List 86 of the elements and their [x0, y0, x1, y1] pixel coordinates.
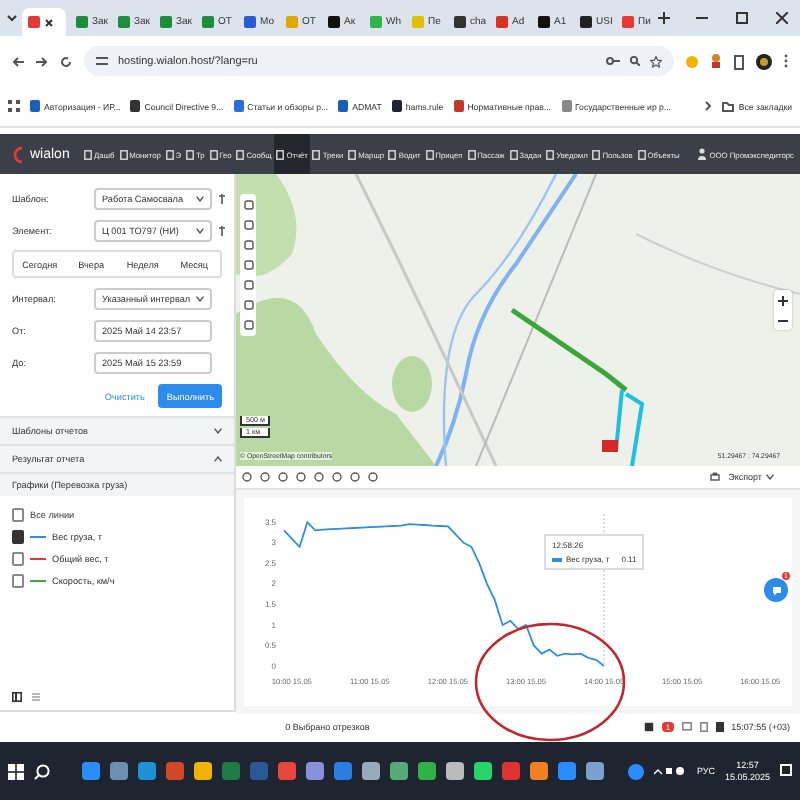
chevron-down-icon — [196, 295, 204, 301]
checkbox[interactable] — [12, 574, 24, 588]
bookmark-favicon-icon — [391, 100, 402, 112]
favicon-icon — [412, 16, 424, 28]
favicon-icon — [328, 16, 340, 28]
chevron-down-icon — [196, 227, 204, 233]
favicon-icon — [622, 16, 634, 28]
wrench-icon[interactable] — [218, 225, 226, 235]
chevron-up-icon — [214, 456, 222, 462]
favicon-icon — [454, 16, 466, 28]
bookmark-favicon-icon — [338, 100, 349, 112]
extension-icon[interactable] — [710, 54, 722, 68]
menu-item-icon — [467, 149, 476, 159]
favicon-icon — [538, 16, 550, 28]
tray-icons-drawing[interactable] — [654, 766, 687, 776]
zoom-out-icon[interactable] — [778, 315, 788, 325]
menu-item-icon — [84, 149, 93, 159]
menu-item-icon — [546, 149, 555, 159]
favicon-icon — [496, 16, 508, 28]
favicon-icon — [202, 16, 214, 28]
favicon-icon — [76, 16, 88, 28]
chevron-down-icon — [214, 428, 222, 434]
folder-icon — [722, 101, 735, 111]
chevron-down-icon — [196, 195, 204, 201]
bookmark-favicon-icon — [561, 100, 572, 112]
menu-item-icon — [185, 149, 194, 159]
menu-item-icon — [348, 149, 357, 159]
reload-icon[interactable] — [60, 55, 72, 67]
line-swatch-icon — [552, 557, 562, 561]
checkbox[interactable] — [12, 508, 24, 522]
help-button[interactable] — [764, 578, 788, 602]
plus-icon[interactable] — [658, 12, 670, 24]
favicon-icon — [160, 16, 172, 28]
avatar-icon[interactable] — [756, 53, 772, 69]
menu-item-icon — [119, 149, 128, 159]
battery-icon[interactable] — [734, 53, 744, 69]
chat-icon — [771, 585, 781, 595]
menu-item-icon — [509, 149, 518, 159]
key-icon[interactable] — [606, 56, 620, 66]
forward-icon[interactable] — [36, 55, 48, 67]
menu-item-icon — [592, 149, 601, 159]
favicon-icon — [370, 16, 382, 28]
printer-icon[interactable] — [710, 472, 721, 482]
menu-item-icon — [312, 149, 321, 159]
bookmark-favicon-icon — [130, 100, 141, 112]
bookmark-favicon-icon — [453, 100, 464, 112]
apps-grid-icon[interactable] — [8, 100, 20, 112]
close-icon[interactable] — [44, 17, 54, 27]
close-icon[interactable] — [776, 12, 788, 24]
favicon-icon — [244, 16, 256, 28]
panel-icon[interactable] — [12, 692, 22, 702]
menu-item-icon — [165, 149, 174, 159]
user-icon — [697, 148, 706, 160]
maximize-icon[interactable] — [736, 12, 748, 24]
favicon-icon — [118, 16, 130, 28]
help-icon[interactable] — [628, 763, 645, 779]
logo-icon — [12, 145, 26, 163]
back-icon[interactable] — [12, 55, 24, 67]
chevron-down-icon[interactable] — [6, 12, 18, 24]
menu-item-icon — [388, 149, 397, 159]
bookmark-favicon-icon — [233, 100, 244, 112]
chevron-right-icon[interactable] — [704, 100, 713, 112]
menu-item-icon — [209, 149, 218, 159]
menu-item-icon — [637, 149, 646, 159]
search-icon[interactable] — [34, 763, 50, 779]
favicon-icon — [286, 16, 298, 28]
menu-item-icon — [276, 149, 285, 159]
browser-tab[interactable] — [22, 8, 66, 36]
menu-item-icon — [236, 149, 245, 159]
windows-icon[interactable] — [8, 763, 24, 779]
notifications-icon[interactable] — [780, 764, 792, 778]
monitor-icon[interactable] — [681, 722, 692, 732]
checkbox[interactable] — [12, 530, 24, 544]
star-icon[interactable] — [650, 55, 662, 67]
wrench-icon[interactable] — [218, 193, 226, 203]
checkbox[interactable] — [12, 552, 24, 566]
document-icon[interactable] — [699, 722, 708, 732]
minimize-icon[interactable] — [696, 12, 708, 24]
bookmark-favicon-icon — [30, 100, 40, 112]
favicon-icon — [28, 16, 40, 28]
zoom-icon[interactable] — [630, 56, 640, 66]
site-info-icon[interactable] — [96, 56, 108, 66]
favicon-icon — [580, 16, 592, 28]
chevron-down-icon — [766, 474, 774, 480]
menu-item-icon — [425, 149, 434, 159]
zoom-in-icon[interactable] — [778, 295, 788, 305]
